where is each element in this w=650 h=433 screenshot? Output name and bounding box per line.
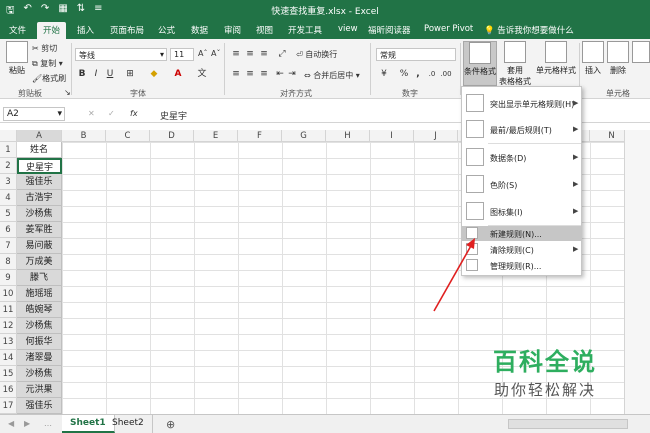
- arrow-line: [433, 243, 473, 312]
- watermark-title: 百科全说: [493, 348, 597, 376]
- watermark: 百科全说 助你轻松解决: [480, 342, 610, 400]
- watermark-subtitle: 助你轻松解决: [493, 381, 596, 399]
